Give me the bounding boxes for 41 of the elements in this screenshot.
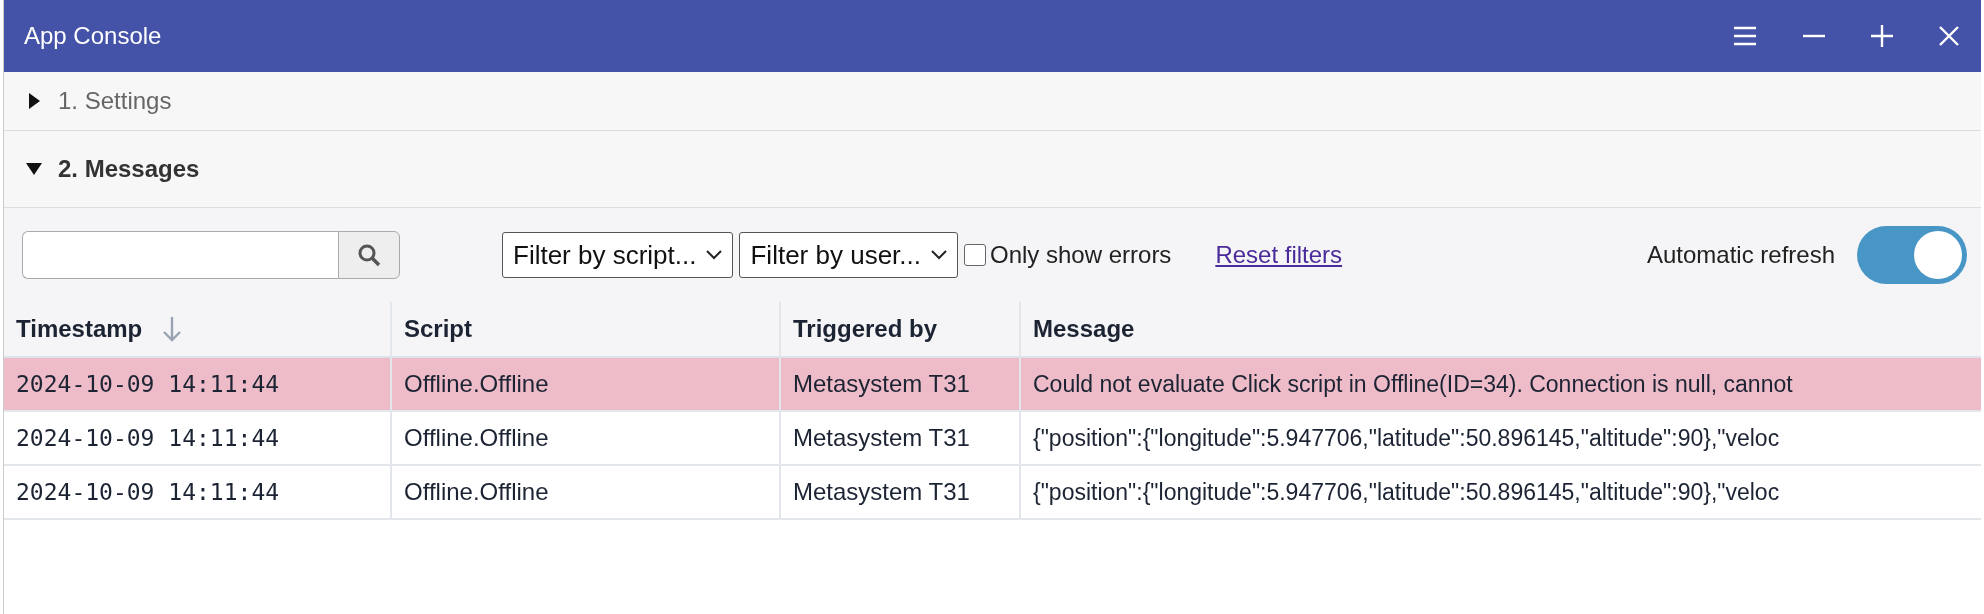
table-row[interactable]: 2024-10-09 14:11:44 Offline.Offline Metasystem T31 {"position":{"longitude":5.947706,"latitude":50.896145,"altitude":90},"veloc: [4, 412, 1981, 466]
column-header[interactable]: Timestamp: [4, 302, 392, 356]
search-button[interactable]: [338, 231, 400, 279]
window-title: App Console: [24, 22, 163, 50]
chevron-icon: [706, 250, 723, 260]
menu-icon[interactable]: [1733, 26, 1757, 46]
chevron-icon: [931, 250, 947, 260]
section-header[interactable]: 1. Settings: [4, 72, 1981, 131]
table-cell: Offline.Offline: [392, 358, 781, 410]
maximize-icon[interactable]: [1871, 25, 1893, 47]
table-cell: 2024-10-09 14:11:44: [4, 466, 392, 518]
table-cell-text: {"position":{"longitude":5.947706,"latitude":50.896145,"altitude":90},"veloc: [1032, 477, 1781, 507]
column-header[interactable]: Triggered by: [781, 302, 1021, 356]
column-header[interactable]: Script: [392, 302, 781, 356]
table-cell: Offline.Offline: [392, 466, 781, 518]
table-cell: Metasystem T31: [781, 358, 1021, 410]
table-cell: 2024-10-09 14:11:44: [4, 412, 392, 464]
caret-icon: [26, 161, 42, 177]
minimize-icon[interactable]: [1803, 34, 1825, 38]
table-cell: Metasystem T31: [781, 412, 1021, 464]
filter-dropdown[interactable]: Filter by script...: [502, 232, 734, 278]
auto-refresh-label: Automatic refresh: [1646, 241, 1835, 269]
table-row[interactable]: 2024-10-09 14:11:44 Offline.Offline Metasystem T31 Could not evaluate Click script in Offline(ID=34). Connection is null, cannot: [4, 358, 1981, 412]
table-cell: Metasystem T31: [781, 466, 1021, 518]
table-cell-text: Could not evaluate Click script in Offline(ID=34). Connection is null, cannot: [1032, 369, 1794, 399]
table-cell: 2024-10-09 14:11:44: [4, 358, 392, 410]
close-icon[interactable]: [1939, 26, 1959, 46]
filter-dropdown[interactable]: Filter by user...: [739, 232, 958, 278]
search-field[interactable]: [22, 231, 338, 279]
checkbox[interactable]: [964, 244, 986, 266]
search-icon: [357, 243, 381, 267]
caret-icon: [26, 93, 42, 109]
sort-arrow-icon: [162, 316, 183, 342]
section-header[interactable]: 2. Messages: [4, 131, 1981, 208]
table-cell-text: {"position":{"longitude":5.947706,"latitude":50.896145,"altitude":90},"veloc: [1032, 423, 1781, 453]
column-header[interactable]: Message: [1021, 302, 1981, 356]
toggle-switch[interactable]: [1857, 226, 1967, 284]
reset-filters-link[interactable]: Reset filters: [1215, 241, 1343, 269]
table-row[interactable]: 2024-10-09 14:11:44 Offline.Offline Metasystem T31 {"position":{"longitude":5.947706,"latitude":50.896145,"altitude":90},"veloc: [4, 466, 1981, 520]
only-errors-checkbox[interactable]: Only show errors: [964, 241, 1172, 269]
table-cell: Offline.Offline: [392, 412, 781, 464]
